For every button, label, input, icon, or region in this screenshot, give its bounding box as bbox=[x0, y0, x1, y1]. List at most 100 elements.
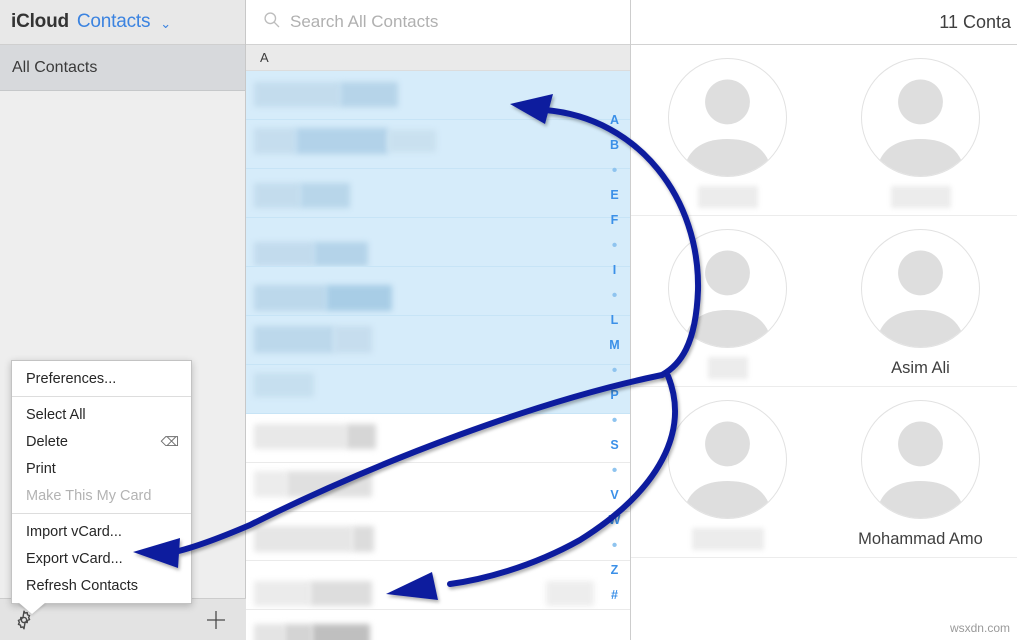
sidebar-header: iCloud Contacts ⌄ bbox=[0, 0, 245, 45]
chevron-down-icon[interactable]: ⌄ bbox=[160, 16, 171, 32]
index-dot[interactable]: • bbox=[599, 408, 630, 433]
contact-name bbox=[707, 357, 748, 379]
list-item[interactable] bbox=[246, 267, 630, 316]
menu-item-label: Export vCard... bbox=[26, 550, 123, 567]
person-placeholder-icon bbox=[668, 58, 787, 177]
list-item[interactable] bbox=[246, 463, 630, 512]
menu-item-label: Print bbox=[26, 460, 56, 477]
redacted-name bbox=[312, 624, 370, 640]
menu-item-refresh-contacts[interactable]: Refresh Contacts bbox=[12, 572, 191, 599]
person-placeholder-icon bbox=[668, 229, 787, 348]
index-dot[interactable]: • bbox=[599, 283, 630, 308]
list-item[interactable] bbox=[246, 169, 630, 218]
contact-card[interactable] bbox=[631, 387, 824, 558]
icloud-brand-label: iCloud bbox=[11, 11, 69, 32]
app-name-link[interactable]: Contacts bbox=[77, 11, 151, 33]
contact-name: Mohammad Amo bbox=[858, 529, 983, 548]
search-icon bbox=[262, 10, 281, 34]
menu-item-export-vcard[interactable]: Export vCard... bbox=[12, 545, 191, 572]
alphabet-index[interactable]: A B • E F • I • L M • P • S • V W • Z # bbox=[599, 46, 630, 640]
redacted-name bbox=[334, 326, 372, 353]
menu-item-label: Delete bbox=[26, 433, 68, 450]
sidebar-item-all-contacts[interactable]: All Contacts bbox=[0, 45, 245, 91]
redacted-name bbox=[314, 242, 368, 266]
list-item[interactable] bbox=[246, 316, 630, 365]
redacted-name bbox=[340, 82, 398, 107]
index-letter-f[interactable]: F bbox=[599, 208, 630, 233]
index-letter-e[interactable]: E bbox=[599, 183, 630, 208]
contact-cards-pane: 11 Conta Asim Ali Mohammad Amo bbox=[631, 0, 1017, 640]
index-dot[interactable]: • bbox=[599, 158, 630, 183]
list-item[interactable] bbox=[246, 561, 630, 610]
menu-item-delete[interactable]: Delete ⌫ bbox=[12, 428, 191, 455]
redacted-name bbox=[346, 424, 376, 449]
redacted-name bbox=[546, 581, 594, 606]
redacted-name bbox=[310, 581, 372, 606]
redacted-name bbox=[254, 471, 286, 497]
list-item[interactable] bbox=[246, 414, 630, 463]
search-bar[interactable]: Search All Contacts bbox=[246, 0, 630, 45]
list-item[interactable] bbox=[246, 365, 630, 414]
redacted-name bbox=[254, 183, 300, 208]
list-item[interactable] bbox=[246, 120, 630, 169]
menu-item-label: Select All bbox=[26, 406, 86, 423]
index-dot[interactable]: • bbox=[599, 358, 630, 383]
list-item[interactable] bbox=[246, 610, 630, 640]
contact-card[interactable]: Mohammad Amo bbox=[824, 387, 1017, 558]
redacted-name bbox=[254, 424, 346, 449]
contact-name bbox=[691, 528, 764, 550]
index-hash[interactable]: # bbox=[599, 583, 630, 608]
menu-item-label: Preferences... bbox=[26, 370, 117, 387]
site-watermark: wsxdn.com bbox=[949, 621, 1010, 635]
contact-name bbox=[697, 186, 758, 208]
icloud-contacts-window: iCloud Contacts ⌄ All Contacts Preferenc… bbox=[0, 0, 1017, 640]
person-placeholder-icon bbox=[861, 58, 980, 177]
list-group-header: A bbox=[246, 45, 630, 71]
redacted-name bbox=[286, 471, 372, 497]
contact-count-header: 11 Conta bbox=[631, 0, 1017, 45]
redacted-name bbox=[254, 373, 314, 397]
index-dot[interactable]: • bbox=[599, 233, 630, 258]
menu-item-select-all[interactable]: Select All bbox=[12, 401, 191, 428]
list-item[interactable] bbox=[246, 218, 630, 267]
list-item[interactable] bbox=[246, 71, 630, 120]
menu-item-preferences[interactable]: Preferences... bbox=[12, 365, 191, 392]
contact-card[interactable] bbox=[631, 45, 824, 216]
redacted-name bbox=[254, 82, 340, 107]
index-letter-i[interactable]: I bbox=[599, 258, 630, 283]
index-letter-b[interactable]: B bbox=[599, 133, 630, 158]
index-letter-v[interactable]: V bbox=[599, 483, 630, 508]
contact-name: Asim Ali bbox=[891, 358, 950, 377]
contact-card[interactable] bbox=[631, 216, 824, 387]
index-letter-z[interactable]: Z bbox=[599, 558, 630, 583]
search-input[interactable]: Search All Contacts bbox=[290, 12, 438, 32]
settings-context-menu: Preferences... Select All Delete ⌫ Print… bbox=[11, 360, 192, 614]
contact-count-label: 11 Conta bbox=[939, 11, 1011, 32]
sidebar: iCloud Contacts ⌄ All Contacts Preferenc… bbox=[0, 0, 246, 640]
menu-item-label: Refresh Contacts bbox=[26, 577, 139, 594]
contact-card[interactable]: Asim Ali bbox=[824, 216, 1017, 387]
menu-item-label: Make This My Card bbox=[26, 487, 152, 504]
plus-icon[interactable] bbox=[204, 608, 228, 632]
index-dot[interactable]: • bbox=[599, 458, 630, 483]
contact-card[interactable] bbox=[824, 45, 1017, 216]
person-placeholder-icon bbox=[668, 400, 787, 519]
index-letter-m[interactable]: M bbox=[599, 333, 630, 358]
menu-item-label: Import vCard... bbox=[26, 523, 122, 540]
menu-item-import-vcard[interactable]: Import vCard... bbox=[12, 518, 191, 545]
redacted-name bbox=[254, 526, 352, 552]
index-letter-p[interactable]: P bbox=[599, 383, 630, 408]
menu-item-make-this-my-card: Make This My Card bbox=[12, 482, 191, 509]
sidebar-item-label: All Contacts bbox=[12, 58, 98, 76]
redacted-name bbox=[254, 242, 314, 266]
list-item[interactable] bbox=[246, 512, 630, 561]
index-letter-a[interactable]: A bbox=[599, 108, 630, 133]
contact-rows bbox=[246, 71, 630, 640]
index-letter-w[interactable]: W bbox=[599, 508, 630, 533]
index-letter-s[interactable]: S bbox=[599, 433, 630, 458]
index-dot[interactable]: • bbox=[599, 533, 630, 558]
redacted-name bbox=[254, 285, 326, 311]
index-letter-l[interactable]: L bbox=[599, 308, 630, 333]
redacted-name bbox=[254, 624, 284, 640]
menu-item-print[interactable]: Print bbox=[12, 455, 191, 482]
